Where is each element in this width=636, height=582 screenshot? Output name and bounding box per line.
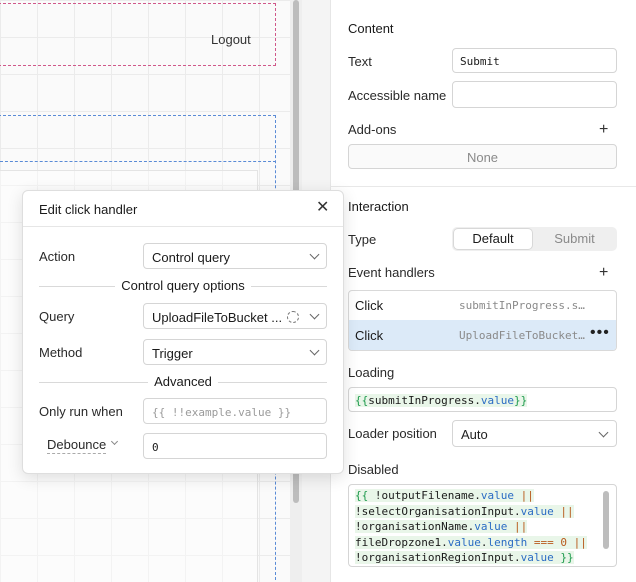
code-property: value: [520, 504, 554, 518]
code-operator: ||: [553, 504, 574, 518]
plus-icon[interactable]: +: [599, 122, 608, 138]
code-number: 0: [560, 535, 567, 549]
method-select[interactable]: Trigger: [143, 339, 327, 365]
edit-click-handler-modal: Edit click handler ✕ Action Control quer…: [22, 190, 344, 474]
code-property: value: [480, 489, 514, 502]
event-handler-summary: UploadFileToBucket.trigger: [459, 329, 587, 342]
advanced-label: Advanced: [148, 374, 218, 389]
event-handler-item[interactable]: Click submitInProgress.setValue: [349, 291, 616, 319]
type-option-default[interactable]: Default: [454, 229, 532, 249]
modal-title: Edit click handler: [39, 202, 138, 217]
only-run-when-placeholder: {{ !!example.value }}: [152, 406, 292, 419]
query-select[interactable]: UploadFileToBucket ...: [143, 303, 327, 329]
code-property: value: [447, 535, 481, 549]
code-scroll-thumb[interactable]: [603, 491, 609, 549]
close-icon[interactable]: ✕: [316, 200, 329, 216]
event-handlers-label: Event handlers: [348, 265, 435, 280]
chevron-down-icon: [309, 309, 320, 320]
chevron-down-icon: [309, 345, 320, 356]
code-operator: ||: [566, 535, 587, 549]
code-property: value: [520, 551, 554, 564]
interaction-section-title: Interaction: [348, 199, 409, 214]
content-section-title: Content: [348, 21, 394, 36]
code-brace: }}: [513, 394, 528, 407]
query-value: UploadFileToBucket ...: [152, 310, 283, 325]
event-handler-event: Click: [355, 328, 384, 343]
loading-input[interactable]: {{submitInProgress.value}}: [348, 387, 617, 412]
event-handler-list: Click submitInProgress.setValue Click Up…: [348, 290, 617, 351]
event-handler-summary: submitInProgress.setValue: [459, 299, 587, 312]
method-value: Trigger: [152, 346, 193, 361]
plus-icon[interactable]: +: [599, 265, 608, 281]
code-prefix: !: [355, 551, 362, 564]
addons-none-text: None: [466, 150, 499, 165]
advanced-separator: Advanced: [39, 374, 327, 390]
code-prefix: !: [355, 504, 362, 518]
logout-link[interactable]: Logout: [211, 32, 251, 47]
text-input-value: Submit: [460, 55, 500, 68]
text-label: Text: [348, 54, 372, 69]
code-line: !organisationRegionInput.value }}: [355, 551, 574, 564]
query-label: Query: [39, 309, 75, 324]
disabled-code: {{ !outputFilename.value || !selectOrgan…: [355, 488, 587, 566]
accessible-name-input[interactable]: [452, 81, 617, 108]
type-option-submit[interactable]: Submit: [534, 229, 615, 249]
type-segmented-control: Default Submit: [452, 227, 617, 251]
code-identifier: submitInProgress: [368, 394, 475, 407]
loader-position-value: Auto: [461, 427, 488, 442]
code-property: value: [480, 394, 514, 407]
text-input[interactable]: Submit: [452, 48, 617, 73]
more-horizontal-icon[interactable]: •••: [590, 324, 610, 342]
method-label: Method: [39, 345, 83, 360]
disabled-label: Disabled: [348, 462, 399, 477]
chevron-down-icon[interactable]: [110, 437, 119, 446]
control-query-options-separator: Control query options: [39, 278, 327, 294]
control-query-options-label: Control query options: [115, 278, 251, 293]
disabled-code-input[interactable]: {{ !outputFilename.value || !selectOrgan…: [348, 484, 617, 567]
code-property: value: [474, 520, 508, 533]
loading-label: Loading: [348, 365, 395, 380]
loader-position-select[interactable]: Auto: [452, 420, 617, 447]
code-identifier: organisationRegionInput: [361, 551, 514, 564]
chevron-down-icon: [598, 427, 609, 438]
code-identifier: selectOrganisationInput: [361, 504, 514, 518]
code-property: length: [487, 535, 528, 549]
addons-box[interactable]: None: [348, 144, 617, 169]
code-operator: ===: [527, 535, 561, 549]
section-divider: [331, 186, 636, 187]
container-divider: [0, 161, 276, 162]
action-label: Action: [39, 249, 76, 264]
only-run-when-label: Only run when: [39, 404, 123, 419]
code-prefix: !: [355, 520, 362, 533]
event-handler-event: Click: [355, 298, 384, 313]
debounce-input[interactable]: 0: [143, 433, 327, 459]
code-identifier: organisationName: [361, 520, 468, 533]
code-identifier: fileDropzone1: [355, 535, 442, 549]
code-line: !selectOrganisationInput.value ||: [355, 504, 574, 518]
debounce-label[interactable]: Debounce: [47, 437, 107, 454]
action-value: Control query: [152, 250, 231, 265]
accessible-name-label: Accessible name: [348, 88, 447, 103]
code-brace: {{: [355, 394, 369, 407]
addons-label: Add-ons: [348, 122, 397, 137]
modal-header: Edit click handler ✕: [23, 191, 343, 227]
code-line: {{ !outputFilename.value ||: [355, 489, 534, 502]
type-label: Type: [348, 232, 377, 247]
code-operator: ||: [507, 520, 528, 533]
loading-circle-icon: [287, 311, 299, 323]
code-line: !organisationName.value ||: [355, 520, 528, 533]
only-run-when-input[interactable]: {{ !!example.value }}: [143, 398, 327, 424]
code-identifier: outputFilename: [381, 489, 475, 502]
chevron-down-icon: [309, 249, 320, 260]
action-select[interactable]: Control query: [143, 243, 327, 269]
loader-position-label: Loader position: [348, 426, 437, 441]
code-line: fileDropzone1.value.length === 0 ||: [355, 535, 587, 549]
inspector-panel: Content Text Submit Accessible name Add-…: [330, 0, 636, 582]
code-operator: ||: [513, 489, 534, 502]
code-brace: }}: [553, 551, 574, 564]
event-handler-item-selected[interactable]: Click UploadFileToBucket.trigger •••: [349, 320, 616, 350]
debounce-value: 0: [152, 441, 159, 454]
